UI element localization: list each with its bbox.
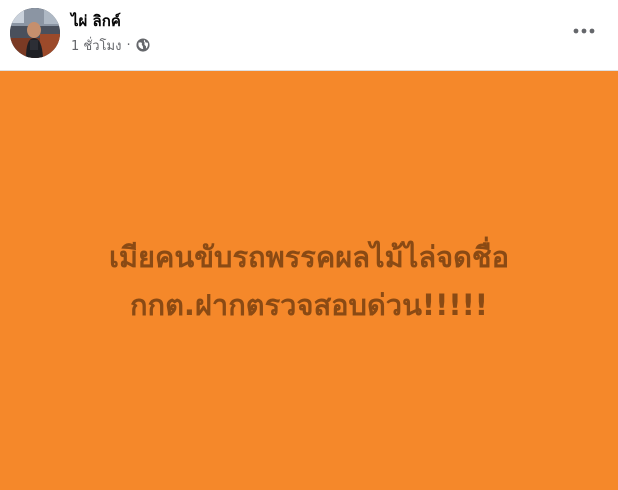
meta-separator: · bbox=[126, 37, 131, 53]
post-meta: 1 ชั่วโมง · bbox=[71, 36, 150, 54]
facebook-post: ไผ่ ลิกค์ 1 ชั่วโมง · เมียคนขับรถพรรคผลไ… bbox=[0, 0, 618, 490]
author-avatar[interactable] bbox=[10, 8, 60, 58]
post-text-line: เมียคนขับรถพรรคผลไม้ไล่จดชื่อ bbox=[108, 239, 510, 274]
post-timestamp[interactable]: 1 ชั่วโมง bbox=[71, 35, 121, 56]
more-horizontal-icon bbox=[573, 28, 595, 34]
post-header: ไผ่ ลิกค์ 1 ชั่วโมง · bbox=[0, 0, 618, 71]
post-text-line: กกต.ฝากตรวจสอบด่วน!!!!! bbox=[129, 287, 489, 322]
colored-text-post: เมียคนขับรถพรรคผลไม้ไล่จดชื่อ กกต.ฝากตรว… bbox=[0, 71, 618, 490]
globe-icon[interactable] bbox=[136, 38, 150, 52]
author-name[interactable]: ไผ่ ลิกค์ bbox=[71, 9, 121, 33]
more-options-button[interactable] bbox=[566, 18, 602, 44]
avatar-photo bbox=[10, 8, 60, 58]
